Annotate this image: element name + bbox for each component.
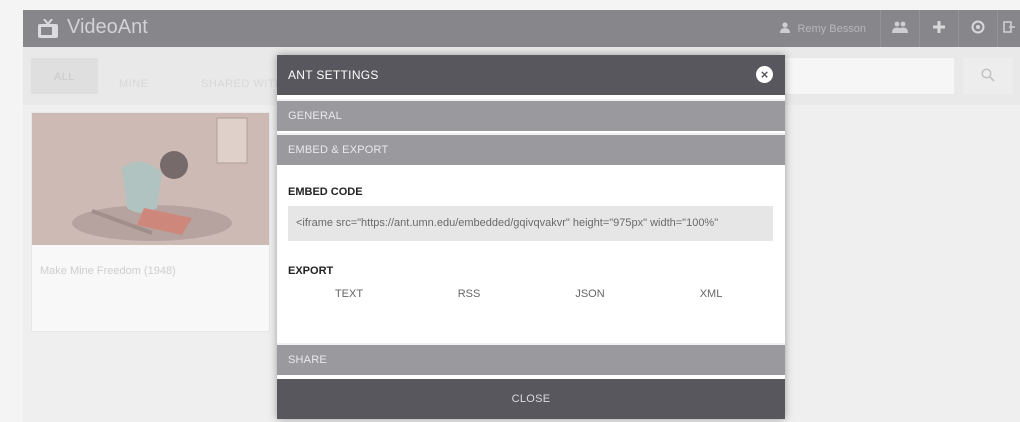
embed-code-field[interactable]: <iframe src="https://ant.umn.edu/embedde… [288,206,773,241]
modal-title: ANT SETTINGS [288,68,379,82]
ant-settings-modal: ANT SETTINGS × GENERAL EMBED & EXPORT EM… [277,55,785,419]
export-rss-button[interactable]: RSS [439,288,499,300]
export-label: EXPORT [288,265,334,277]
close-button[interactable]: CLOSE [277,379,785,419]
close-icon[interactable]: × [756,66,773,83]
export-xml-button[interactable]: XML [681,288,741,300]
section-share-label: SHARE [288,354,327,366]
section-share[interactable]: SHARE [277,343,785,375]
section-embed-export-label: EMBED & EXPORT [288,144,389,156]
export-text-button[interactable]: TEXT [319,288,379,300]
section-general[interactable]: GENERAL [277,99,785,131]
section-embed-export[interactable]: EMBED & EXPORT [277,133,785,165]
embed-code-label: EMBED CODE [288,186,363,198]
export-json-button[interactable]: JSON [560,288,620,300]
modal-header: ANT SETTINGS × [277,55,785,95]
section-general-label: GENERAL [288,110,342,122]
